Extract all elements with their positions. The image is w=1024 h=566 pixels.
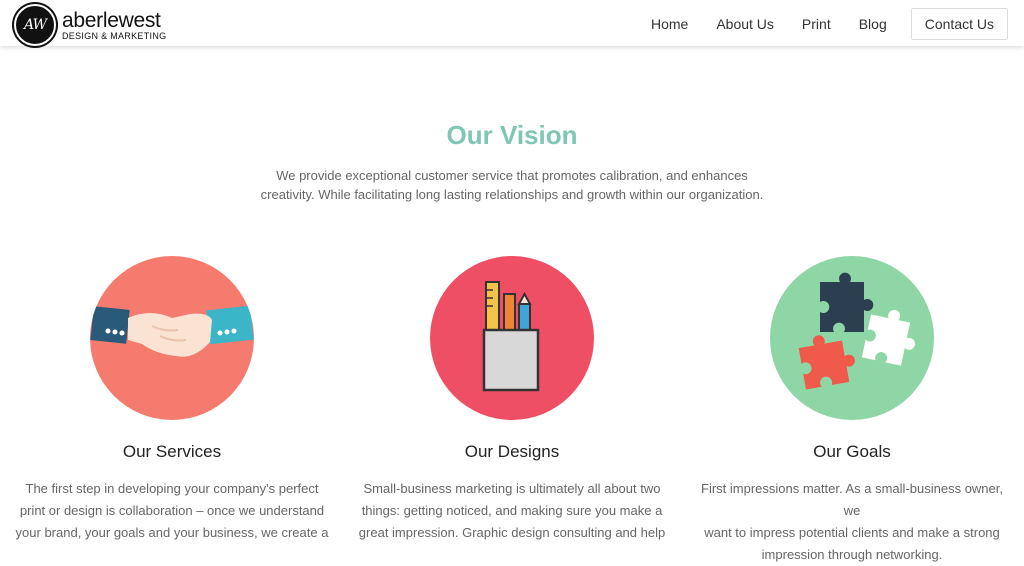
card-text: First impressions matter. As a small-bus… [692,478,1012,566]
brand-logo[interactable]: AW aberlewest DESIGN & MARKETING [14,4,166,46]
contact-button[interactable]: Contact Us [910,8,1008,40]
vision-line: We provide exceptional customer service … [276,168,748,183]
card-line: print or design is collaboration – once … [19,503,325,518]
card-line: The first step in developing your compan… [25,481,319,496]
card-line: things: getting noticed, and making sure… [361,503,663,518]
main-nav: Home About Us Print Blog Contact Us [623,8,1008,40]
card-text: The first step in developing your compan… [12,478,332,544]
logo-text: aberlewest DESIGN & MARKETING [62,10,166,41]
pencil-cup-icon [430,256,594,420]
vision-line: creativity. While facilitating long last… [260,187,764,202]
card-line: Small-business marketing is ultimately a… [363,481,661,496]
brand-tagline: DESIGN & MARKETING [62,30,167,41]
nav-blog[interactable]: Blog [859,16,887,32]
handshake-icon [90,256,254,420]
brand-name: aberlewest [62,8,161,32]
goals-card: Our Goals First impressions matter. As a… [692,256,1012,566]
services-card: Our Services The first step in developin… [12,256,332,544]
logo-mark-icon: AW [14,4,56,46]
nav-print[interactable]: Print [802,16,831,32]
card-line: impression through networking. [761,547,943,562]
puzzle-icon [770,256,934,420]
section-title: Our Vision [446,120,578,150]
card-line: First impressions matter. As a small-bus… [701,481,1003,518]
site-header: AW aberlewest DESIGN & MARKETING Home Ab… [0,0,1024,46]
card-title: Our Designs [464,442,560,461]
nav-about[interactable]: About Us [716,16,774,32]
nav-home[interactable]: Home [651,16,688,32]
card-title: Our Goals [813,442,891,461]
designs-card: Our Designs Small-business marketing is … [352,256,672,544]
vision-text: We provide exceptional customer service … [0,166,1024,204]
card-title: Our Services [122,442,222,461]
card-text: Small-business marketing is ultimately a… [352,478,672,544]
